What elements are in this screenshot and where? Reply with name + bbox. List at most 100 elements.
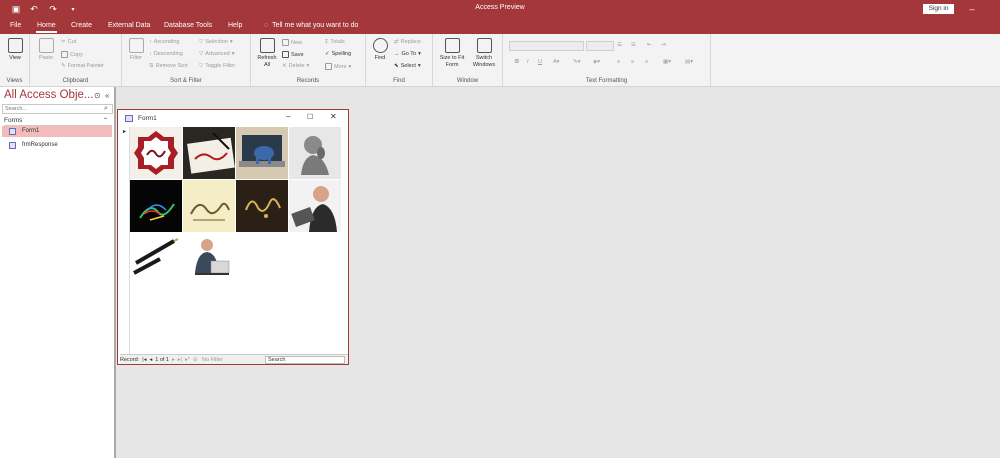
selection-button[interactable]: ▽ Selection ▾ <box>199 39 233 45</box>
gallery-image-7[interactable] <box>236 180 288 232</box>
bullets-button[interactable]: ☰ <box>617 42 622 48</box>
next-record-icon[interactable]: ▸ <box>172 357 175 363</box>
menu-external-data[interactable]: External Data <box>108 22 150 29</box>
gallery-image-4[interactable] <box>289 127 341 179</box>
ascending-button[interactable]: ↑ Ascending <box>149 39 179 45</box>
refresh-all-button[interactable]: Refresh All <box>256 38 278 69</box>
gallery-image-10[interactable] <box>183 233 235 285</box>
no-filter-icon: ⊘ <box>192 356 198 363</box>
previous-record-icon[interactable]: ◂ <box>149 357 152 363</box>
delete-icon: ✕ <box>282 63 287 69</box>
last-record-icon[interactable]: ▸| <box>178 357 182 363</box>
chevron-down-icon: ▾ <box>229 39 233 45</box>
fill-color-button[interactable]: ◈▾ <box>593 59 600 65</box>
delete-record-button[interactable]: ✕ Delete ▾ <box>282 63 309 69</box>
gallery-image-3[interactable] <box>236 127 288 179</box>
find-button[interactable]: Find <box>371 38 389 62</box>
tell-me-search[interactable]: ◌ Tell me what you want to do <box>264 22 358 29</box>
arrow-right-icon: → <box>394 51 400 57</box>
numbering-icon: ☰ <box>631 42 636 48</box>
paste-button[interactable]: Paste <box>35 38 57 62</box>
totals-button[interactable]: Σ Totals <box>325 39 345 45</box>
format-painter-button[interactable]: ✎ Format Painter <box>61 63 104 69</box>
gallery-image-6[interactable] <box>183 180 235 232</box>
remove-sort-button[interactable]: ⇅ Remove Sort <box>149 63 188 69</box>
record-position[interactable]: 1 of 1 <box>155 357 169 363</box>
save-record-button[interactable]: Save <box>282 51 304 58</box>
maximize-icon[interactable]: ☐ <box>307 113 313 121</box>
record-selector[interactable]: ▸ <box>122 127 130 354</box>
cut-button[interactable]: ✂ Cut <box>61 39 76 45</box>
group-sort-filter: Filter ↑ Ascending ↓ Descending ⇅ Remove So… <box>122 34 251 86</box>
toggle-filter-button[interactable]: ▽ Toggle Filter <box>199 63 235 69</box>
collapse-pane-icon[interactable]: « <box>105 91 109 100</box>
menu-create[interactable]: Create <box>71 22 92 29</box>
minimize-icon[interactable]: – <box>286 112 290 121</box>
first-record-icon[interactable]: |◂ <box>142 357 146 363</box>
gallery-image-8[interactable] <box>289 180 341 232</box>
underline-button[interactable]: U <box>538 59 542 65</box>
signin-button[interactable]: Sign in <box>923 4 954 14</box>
gallery-image-1[interactable] <box>130 127 182 179</box>
nav-item-form1[interactable]: Form1 <box>2 126 112 137</box>
nav-pane-title[interactable]: All Access Obje... <box>4 89 93 101</box>
font-color-icon: A▾ <box>553 59 560 65</box>
view-button[interactable]: View <box>5 38 25 62</box>
calligraphy-cream-icon <box>183 180 235 232</box>
align-left-button[interactable]: ≡ <box>617 59 620 65</box>
descending-button[interactable]: ↓ Descending <box>149 51 183 57</box>
numbering-button[interactable]: ☰ <box>631 42 636 48</box>
new-record-button[interactable]: New <box>282 39 302 46</box>
menu-home[interactable]: Home <box>37 22 56 29</box>
chevron-down-icon: ▾ <box>417 63 421 69</box>
nav-search-input[interactable]: Search... <box>2 104 113 114</box>
filter-indicator[interactable]: ⊘ No Filter <box>193 357 226 363</box>
search-icon[interactable]: ⌕ <box>104 105 112 113</box>
italic-button[interactable]: I <box>527 59 529 65</box>
form-icon <box>9 142 16 149</box>
highlight-button[interactable]: ✎▾ <box>573 59 580 65</box>
alternate-row-color-button[interactable]: ▤▾ <box>685 59 693 65</box>
funnel-icon <box>128 38 144 53</box>
nav-menu-icon[interactable]: ⊙ <box>94 91 101 100</box>
group-label-window: Window <box>456 78 479 84</box>
minimize-icon[interactable]: – <box>966 3 978 15</box>
font-color-button[interactable]: A▾ <box>553 59 559 65</box>
chevron-down-icon: ▾ <box>231 51 235 57</box>
replace-button[interactable]: ⇄ Replace <box>394 39 421 45</box>
nav-item-frmresponse[interactable]: frmResponse <box>2 140 112 151</box>
form-icon <box>125 115 133 122</box>
bold-button[interactable]: B <box>515 59 519 65</box>
more-button[interactable]: More ▾ <box>325 63 351 70</box>
align-center-button[interactable]: ≡ <box>631 59 634 65</box>
new-record-icon[interactable]: ▸* <box>185 357 190 363</box>
gallery-image-9[interactable] <box>130 233 182 285</box>
advanced-button[interactable]: ▽ Advanced ▾ <box>199 51 234 57</box>
font-size-dropdown[interactable] <box>586 41 614 51</box>
size-to-fit-form-button[interactable]: Size to Fit Form <box>437 38 467 69</box>
copy-button[interactable]: Copy <box>61 51 83 58</box>
remove-sort-icon: ⇅ <box>149 63 154 69</box>
switch-windows-button[interactable]: Switch Windows <box>469 38 499 69</box>
go-to-button[interactable]: → Go To ▾ <box>394 51 421 57</box>
close-icon[interactable]: ✕ <box>330 112 337 121</box>
menu-file[interactable]: File <box>10 22 21 29</box>
select-button[interactable]: ⬉ Select ▾ <box>394 63 421 69</box>
increase-indent-button[interactable]: ⇥ <box>661 42 666 48</box>
group-window: Size to Fit Form Switch Windows Window <box>433 34 503 86</box>
align-center-icon: ≡ <box>631 59 635 65</box>
record-search-input[interactable]: Search <box>265 355 345 364</box>
filter-button[interactable]: Filter <box>126 38 146 62</box>
gallery-image-5[interactable] <box>130 180 182 232</box>
menu-database-tools[interactable]: Database Tools <box>164 22 212 29</box>
gallery-image-2[interactable] <box>183 127 235 179</box>
font-name-dropdown[interactable] <box>509 41 584 51</box>
nav-section-forms[interactable]: Forms ⌃ <box>4 117 112 126</box>
decrease-indent-button[interactable]: ⇤ <box>647 42 652 48</box>
gridlines-button[interactable]: ▦▾ <box>663 59 671 65</box>
spelling-button[interactable]: ✓ Spelling <box>325 51 351 57</box>
menu-help[interactable]: Help <box>228 22 242 29</box>
cursor-icon: ⬉ <box>394 63 399 69</box>
align-right-button[interactable]: ≡ <box>645 59 648 65</box>
record-navigation-bar: Record: |◂ ◂ 1 of 1 ▸ ▸| ▸* ⊘ No Filter … <box>120 354 348 364</box>
